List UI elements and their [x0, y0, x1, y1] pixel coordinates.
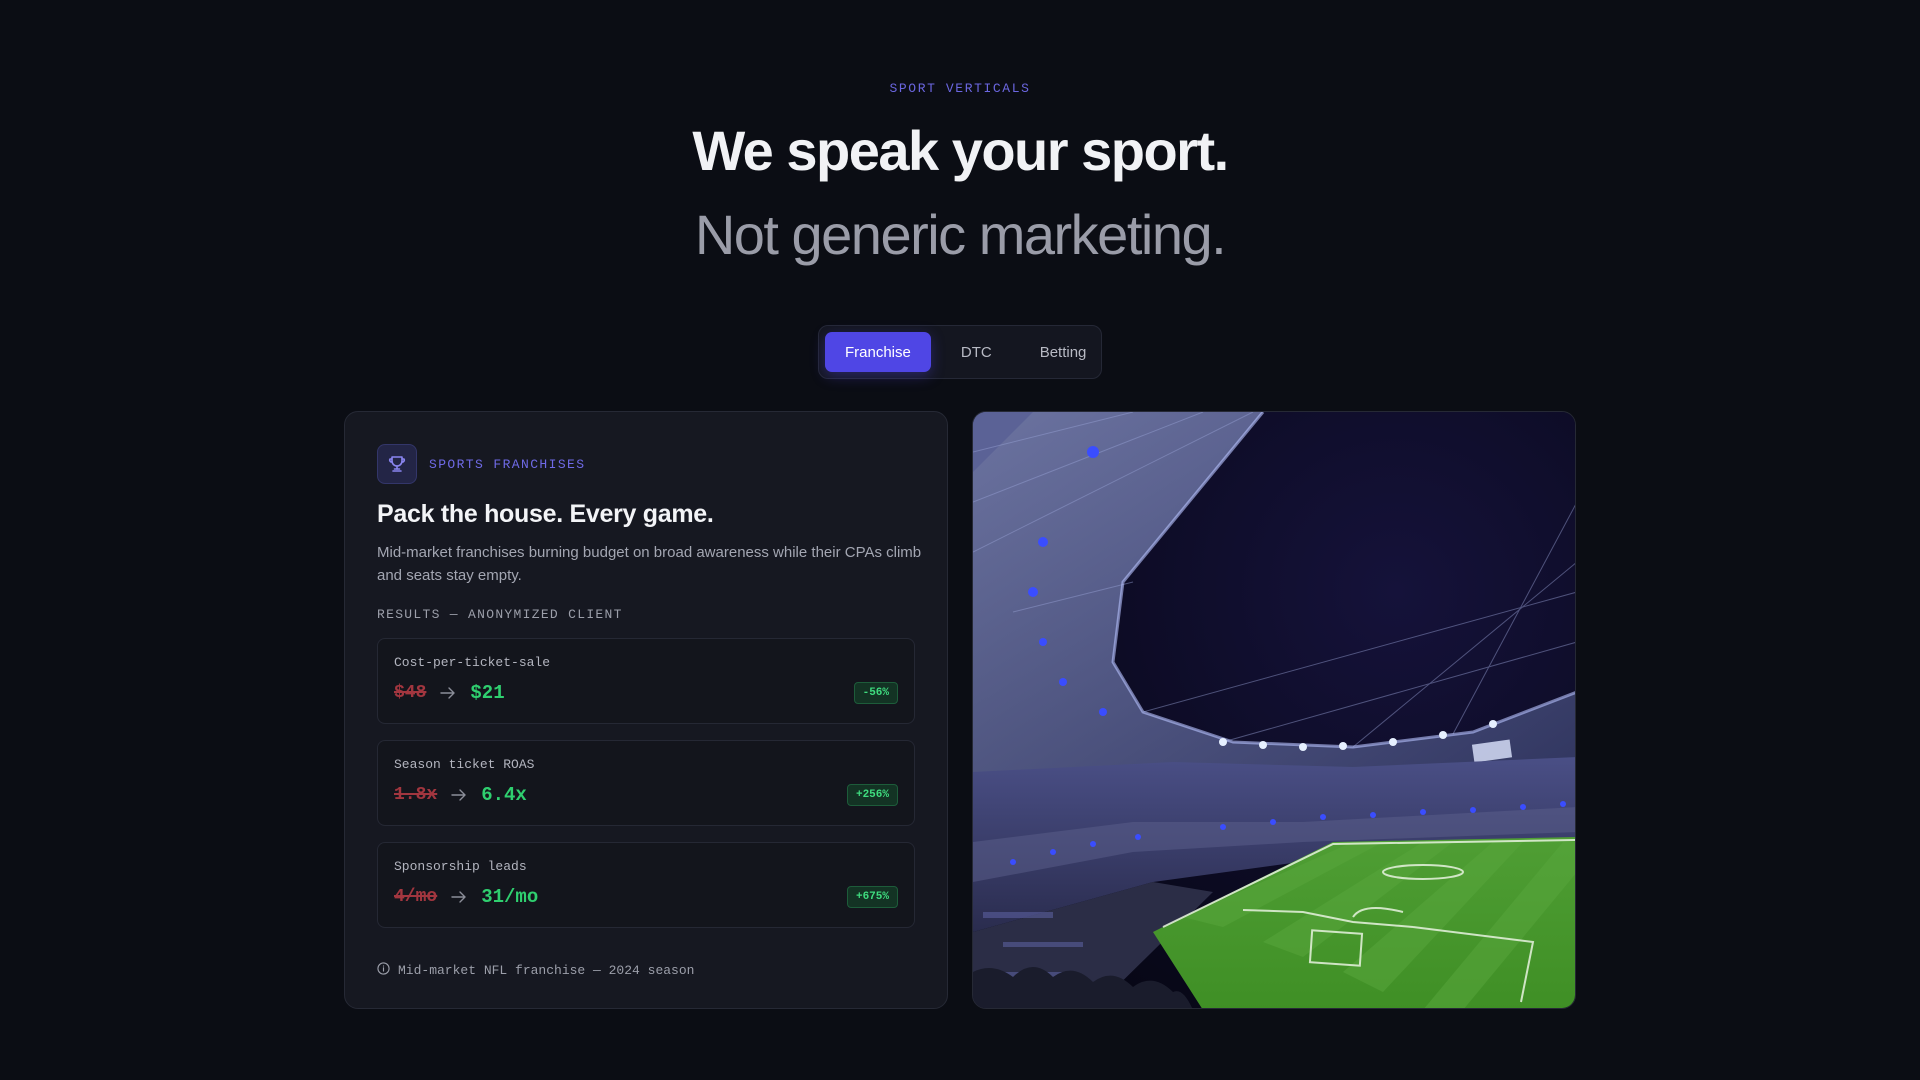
card-title: Pack the house. Every game. — [377, 500, 714, 528]
metric-name: Cost-per-ticket-sale — [394, 655, 551, 670]
metric-delta-badge: +675% — [846, 886, 898, 908]
results-label: RESULTS — ANONYMIZED CLIENT — [377, 607, 623, 622]
arrow-right-icon — [451, 891, 467, 903]
metric-card: Sponsorship leads 4/mo 31/mo +675% — [377, 842, 915, 928]
metric-delta-badge: -56% — [853, 682, 898, 704]
category-label: SPORTS FRANCHISES — [429, 456, 586, 472]
trophy-icon — [377, 444, 417, 484]
stadium-photo — [972, 411, 1576, 1009]
footnote-text: Mid-market NFL franchise — 2024 season — [398, 963, 695, 978]
metric-before-value: $48 — [394, 683, 427, 703]
page-headline: We speak your sport. — [692, 119, 1229, 182]
footnote: Mid-market NFL franchise — 2024 season — [377, 962, 915, 979]
card-description: Mid-market franchises burning budget on … — [377, 544, 922, 584]
metric-after-value: 31/mo — [481, 886, 539, 908]
tab-dtc[interactable]: DTC — [941, 332, 1012, 372]
metric-delta-badge: +256% — [846, 784, 898, 806]
metric-before-value: 1.8x — [394, 785, 438, 805]
metric-after-value: 6.4x — [481, 784, 527, 806]
vertical-tabs: Franchise DTC Betting — [818, 325, 1102, 379]
metric-card: Cost-per-ticket-sale $48 $21 -56% — [377, 638, 915, 724]
metric-card: Season ticket ROAS 1.8x 6.4x +256% — [377, 740, 915, 826]
franchise-card: SPORTS FRANCHISES Pack the house. Every … — [344, 411, 948, 1009]
metric-name: Sponsorship leads — [394, 859, 527, 874]
category-row: SPORTS FRANCHISES — [377, 444, 915, 484]
metric-before-value: 4/mo — [394, 887, 438, 907]
tab-franchise[interactable]: Franchise — [825, 332, 931, 372]
tab-betting[interactable]: Betting — [1020, 332, 1107, 372]
metric-after-value: $21 — [470, 682, 505, 704]
info-icon — [377, 962, 390, 979]
metric-name: Season ticket ROAS — [394, 757, 535, 772]
section-eyebrow: SPORT VERTICALS — [889, 81, 1031, 96]
arrow-right-icon — [440, 687, 456, 699]
arrow-right-icon — [451, 789, 467, 801]
page-subheadline: Not generic marketing. — [694, 203, 1227, 266]
